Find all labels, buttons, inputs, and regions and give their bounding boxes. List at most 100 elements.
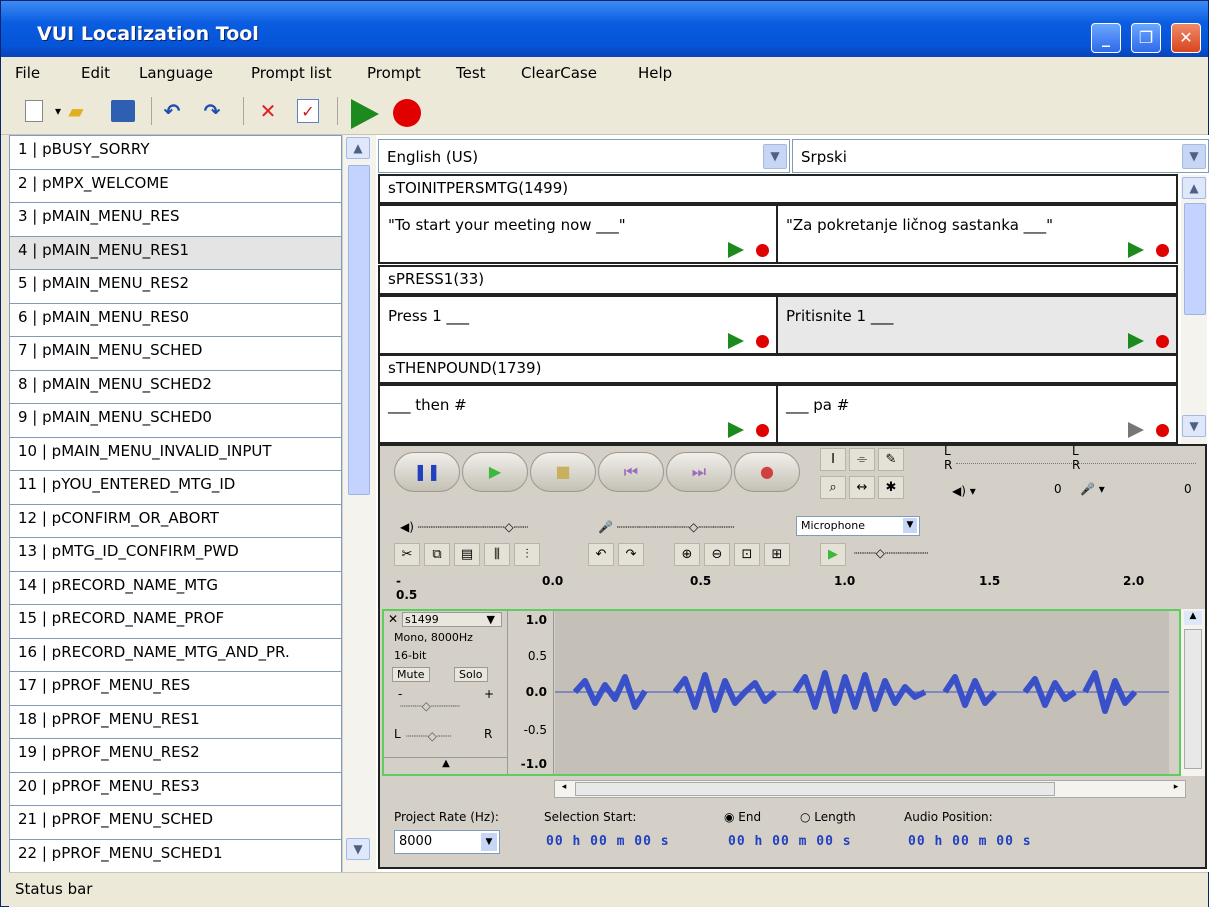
selection-start-time[interactable]: 00 h 00 m 00 s bbox=[546, 834, 670, 849]
scroll-up-button[interactable]: ▲ bbox=[346, 137, 370, 159]
skip-start-button[interactable]: ⏮ bbox=[598, 452, 664, 492]
collapse-track-icon[interactable]: ▲ bbox=[384, 757, 508, 769]
gain-slider[interactable]: ┈┈┈◇┈┈┈┈ bbox=[400, 699, 460, 713]
chevron-down-icon[interactable]: ▼ bbox=[763, 144, 787, 169]
prompt-list-item[interactable]: 18 | pPROF_MENU_RES1 bbox=[9, 704, 342, 738]
prompt-list-item[interactable]: 7 | pMAIN_MENU_SCHED bbox=[9, 336, 342, 370]
prompt-list-item[interactable]: 15 | pRECORD_NAME_PROF bbox=[9, 604, 342, 638]
track-hscroll[interactable]: ◂ ▸ bbox=[554, 780, 1186, 798]
audio-track[interactable]: ✕ s1499 ▼ Mono, 8000Hz 16-bit Mute Solo -… bbox=[382, 609, 1181, 776]
pause-button[interactable]: ❚❚ bbox=[394, 452, 460, 492]
chevron-down-icon[interactable]: ▼ bbox=[903, 518, 917, 533]
play-icon[interactable] bbox=[1128, 422, 1144, 438]
input-volume-slider[interactable]: 🎤 ┈┈┈┈┈┈┈┈┈┈◇┈┈┈┈┈ bbox=[598, 520, 734, 534]
speaker-icon[interactable]: ◀) ▾ bbox=[952, 484, 976, 498]
timeshift-tool-icon[interactable]: ↔ bbox=[849, 476, 875, 499]
speed-slider[interactable]: ┈┈┈◇┈┈┈┈┈┈ bbox=[854, 546, 928, 560]
source-text-cell[interactable]: "To start your meeting now ___" bbox=[378, 204, 778, 264]
prompt-list-item[interactable]: 2 | pMPX_WELCOME bbox=[9, 168, 342, 202]
fit-selection-icon[interactable]: ⊡ bbox=[734, 543, 760, 566]
record-icon[interactable] bbox=[1156, 244, 1169, 257]
record-icon[interactable] bbox=[1156, 424, 1169, 437]
end-radio[interactable]: ◉ End bbox=[724, 810, 761, 824]
menu-help[interactable]: Help bbox=[638, 64, 672, 82]
play-icon[interactable] bbox=[351, 99, 379, 129]
output-volume-slider[interactable]: ◀) ┈┈┈┈┈┈┈┈┈┈┈┈◇┈┈ bbox=[400, 520, 528, 534]
selection-tool-icon[interactable]: I bbox=[820, 448, 846, 471]
zoom-tool-icon[interactable]: ⌕ bbox=[820, 476, 846, 499]
waveform[interactable] bbox=[555, 611, 1169, 774]
prompt-list-item[interactable]: 16 | pRECORD_NAME_MTG_AND_PR. bbox=[9, 637, 342, 671]
scroll-right-button[interactable]: ▸ bbox=[1169, 782, 1183, 796]
redo-icon[interactable]: ↷ bbox=[618, 543, 644, 566]
save-icon[interactable] bbox=[111, 100, 135, 122]
track-close-icon[interactable]: ✕ bbox=[388, 612, 398, 626]
delete-icon[interactable]: ✕ bbox=[257, 99, 279, 123]
prompt-list-item[interactable]: 9 | pMAIN_MENU_SCHED0 bbox=[9, 403, 342, 437]
new-file-icon[interactable] bbox=[25, 100, 43, 122]
source-language-select[interactable]: English (US) ▼ bbox=[378, 139, 790, 173]
solo-button[interactable]: Solo bbox=[454, 667, 488, 682]
undo-icon[interactable]: ↶ bbox=[161, 99, 183, 123]
prompt-list-item[interactable]: 8 | pMAIN_MENU_SCHED2 bbox=[9, 369, 342, 403]
scroll-down-button[interactable]: ▼ bbox=[1182, 415, 1206, 437]
scroll-left-button[interactable]: ◂ bbox=[557, 782, 571, 796]
close-button[interactable]: ✕ bbox=[1171, 23, 1201, 53]
menu-prompt-list[interactable]: Prompt list bbox=[251, 64, 332, 82]
record-icon[interactable] bbox=[756, 244, 769, 257]
zoom-out-icon[interactable]: ⊖ bbox=[704, 543, 730, 566]
play-icon[interactable] bbox=[1128, 242, 1144, 258]
prompt-list-scrollbar[interactable]: ▲ ▼ bbox=[342, 135, 376, 872]
fit-project-icon[interactable]: ⊞ bbox=[764, 543, 790, 566]
prompt-list-item[interactable]: 12 | pCONFIRM_OR_ABORT bbox=[9, 503, 342, 537]
prompt-list-item[interactable]: 19 | pPROF_MENU_RES2 bbox=[9, 738, 342, 772]
prompt-list-item[interactable]: 5 | pMAIN_MENU_RES2 bbox=[9, 269, 342, 303]
scroll-thumb[interactable] bbox=[348, 165, 370, 495]
record-button[interactable]: ● bbox=[734, 452, 800, 492]
open-folder-icon[interactable]: ▰ bbox=[65, 99, 87, 123]
target-text-cell[interactable]: ___ pa # bbox=[776, 384, 1178, 444]
scroll-up-button[interactable]: ▲ bbox=[1182, 177, 1206, 199]
draw-tool-icon[interactable]: ✎ bbox=[878, 448, 904, 471]
paste-icon[interactable]: ▤ bbox=[454, 543, 480, 566]
menu-file[interactable]: File bbox=[15, 64, 40, 82]
chevron-down-icon[interactable]: ▼ bbox=[1182, 144, 1206, 169]
scroll-up-button[interactable]: ▲ bbox=[1184, 611, 1202, 625]
microphone-icon[interactable]: 🎤 ▾ bbox=[1080, 482, 1105, 496]
prompt-list-item[interactable]: 10 | pMAIN_MENU_INVALID_INPUT bbox=[9, 436, 342, 470]
prompt-list-item[interactable]: 11 | pYOU_ENTERED_MTG_ID bbox=[9, 470, 342, 504]
track-name-menu[interactable]: s1499 ▼ bbox=[402, 612, 502, 627]
maximize-button[interactable]: ❐ bbox=[1131, 23, 1161, 53]
prompt-list-item[interactable]: 20 | pPROF_MENU_RES3 bbox=[9, 771, 342, 805]
prompt-list-item[interactable]: 17 | pPROF_MENU_RES bbox=[9, 671, 342, 705]
menu-clearcase[interactable]: ClearCase bbox=[521, 64, 597, 82]
skip-end-button[interactable]: ⏭ bbox=[666, 452, 732, 492]
silence-icon[interactable]: ⫶ bbox=[514, 543, 540, 566]
copy-icon[interactable]: ⧉ bbox=[424, 543, 450, 566]
audio-position-time[interactable]: 00 h 00 m 00 s bbox=[908, 834, 1032, 849]
minimize-button[interactable]: _ bbox=[1091, 23, 1121, 53]
multi-tool-icon[interactable]: ✱ bbox=[878, 476, 904, 499]
scroll-thumb[interactable] bbox=[575, 782, 1055, 796]
checkmark-icon[interactable]: ✓ bbox=[297, 99, 319, 123]
prompt-list-item[interactable]: 21 | pPROF_MENU_SCHED bbox=[9, 805, 342, 839]
record-icon[interactable] bbox=[1156, 335, 1169, 348]
title-bar[interactable]: VUI Localization Tool _ ❐ ✕ bbox=[1, 1, 1208, 57]
play-at-speed-icon[interactable]: ▶ bbox=[820, 543, 846, 566]
mute-button[interactable]: Mute bbox=[392, 667, 430, 682]
trim-icon[interactable]: ⫼ bbox=[484, 543, 510, 566]
target-text-cell[interactable]: Pritisnite 1 ___ bbox=[776, 295, 1178, 355]
cut-icon[interactable]: ✂ bbox=[394, 543, 420, 566]
play-icon[interactable] bbox=[1128, 333, 1144, 349]
scroll-down-button[interactable]: ▼ bbox=[346, 838, 370, 860]
play-icon[interactable] bbox=[728, 242, 744, 258]
prompt-list-item[interactable]: 14 | pRECORD_NAME_MTG bbox=[9, 570, 342, 604]
target-text-cell[interactable]: "Za pokretanje ličnog sastanka ___" bbox=[776, 204, 1178, 264]
record-icon[interactable] bbox=[393, 99, 421, 127]
source-text-cell[interactable]: ___ then # bbox=[378, 384, 778, 444]
length-radio[interactable]: ○ Length bbox=[800, 810, 856, 824]
segments-scrollbar[interactable]: ▲ ▼ bbox=[1181, 175, 1207, 445]
target-language-select[interactable]: Srpski ▼ bbox=[792, 139, 1209, 173]
menu-prompt[interactable]: Prompt bbox=[367, 64, 421, 82]
menu-test[interactable]: Test bbox=[456, 64, 486, 82]
